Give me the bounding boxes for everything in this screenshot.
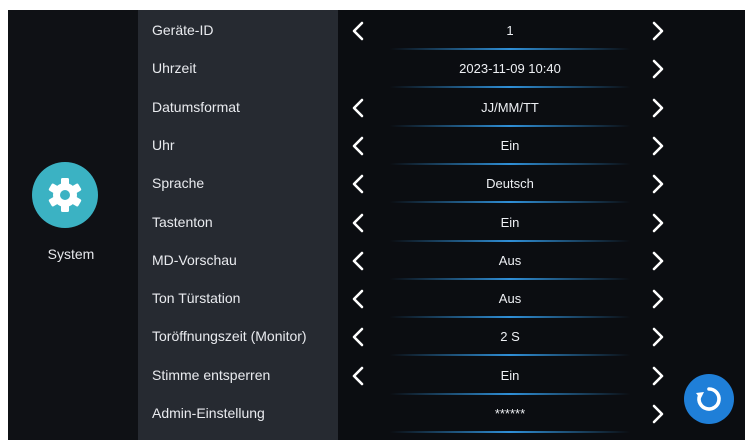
settings-screen: System Geräte-ID Uhrzeit Datumsformat Uhr Sp… bbox=[8, 10, 745, 440]
setting-row: ****** bbox=[338, 395, 693, 433]
setting-value[interactable]: Aus bbox=[378, 242, 642, 280]
setting-row: 2 S bbox=[338, 318, 693, 357]
setting-label: Toröffnungszeit (Monitor) bbox=[152, 328, 307, 345]
setting-value[interactable]: JJ/MM/TT bbox=[378, 89, 642, 127]
chevron-left-icon[interactable] bbox=[348, 242, 368, 280]
setting-label: Stimme entsperren bbox=[152, 366, 271, 383]
chevron-left-icon[interactable] bbox=[348, 127, 368, 165]
chevron-left-icon[interactable] bbox=[348, 12, 368, 50]
setting-row: 2023-11-09 10:40 bbox=[338, 50, 693, 89]
sidebar: System bbox=[8, 10, 138, 440]
settings-label-column: Geräte-ID Uhrzeit Datumsformat Uhr Sprache Ta… bbox=[138, 10, 338, 440]
chevron-right-icon[interactable] bbox=[648, 50, 668, 88]
setting-value[interactable]: Ein bbox=[378, 204, 642, 242]
chevron-right-icon[interactable] bbox=[648, 242, 668, 280]
setting-label: Geräte-ID bbox=[152, 22, 214, 38]
setting-value[interactable]: Ein bbox=[378, 357, 642, 395]
chevron-right-icon[interactable] bbox=[648, 165, 668, 203]
setting-row: Ein bbox=[338, 204, 693, 242]
setting-value[interactable]: Ein bbox=[378, 127, 642, 165]
setting-label: Admin-Einstellung bbox=[152, 405, 265, 421]
refresh-icon bbox=[696, 387, 721, 411]
setting-row: Aus bbox=[338, 242, 693, 280]
setting-value[interactable]: ****** bbox=[378, 395, 642, 433]
chevron-left-icon[interactable] bbox=[348, 318, 368, 356]
chevron-right-icon[interactable] bbox=[648, 395, 668, 433]
reset-button[interactable] bbox=[684, 374, 734, 424]
chevron-right-icon[interactable] bbox=[648, 204, 668, 242]
system-label: System bbox=[47, 246, 95, 262]
chevron-right-icon[interactable] bbox=[648, 12, 668, 50]
setting-label: Tastenton bbox=[152, 213, 213, 230]
chevron-left-icon[interactable] bbox=[348, 204, 368, 242]
chevron-right-icon[interactable] bbox=[648, 89, 668, 127]
setting-row: Ein bbox=[338, 127, 693, 165]
chevron-right-icon[interactable] bbox=[648, 280, 668, 318]
setting-label: Uhr bbox=[152, 136, 175, 153]
chevron-left-icon[interactable] bbox=[348, 357, 368, 395]
chevron-right-icon[interactable] bbox=[648, 318, 668, 356]
setting-value[interactable]: Aus bbox=[378, 280, 642, 318]
gear-icon[interactable] bbox=[32, 162, 98, 228]
setting-value[interactable]: Deutsch bbox=[378, 165, 642, 203]
row-separator bbox=[390, 431, 630, 433]
setting-value[interactable]: 2023-11-09 10:40 bbox=[378, 50, 642, 88]
chevron-left-icon[interactable] bbox=[348, 165, 368, 203]
chevron-left-icon[interactable] bbox=[348, 89, 368, 127]
chevron-left-icon[interactable] bbox=[348, 280, 368, 318]
setting-row: Aus bbox=[338, 280, 693, 319]
setting-label: MD-Vorschau bbox=[152, 251, 237, 268]
setting-value[interactable]: 1 bbox=[378, 12, 642, 50]
setting-row: Deutsch bbox=[338, 165, 693, 204]
setting-label: Ton Türstation bbox=[152, 290, 241, 307]
setting-row: JJ/MM/TT bbox=[338, 89, 693, 127]
settings-value-column: 1 2023-11-09 10:40 JJ/MM/TT Ein Deutsch Ein Au… bbox=[338, 10, 745, 440]
setting-label: Datumsformat bbox=[152, 98, 240, 115]
setting-row: Ein bbox=[338, 357, 693, 395]
setting-row: 1 bbox=[338, 12, 693, 50]
chevron-right-icon[interactable] bbox=[648, 357, 668, 395]
setting-label: Uhrzeit bbox=[152, 60, 197, 77]
setting-label: Sprache bbox=[152, 175, 205, 192]
setting-value[interactable]: 2 S bbox=[378, 318, 642, 356]
chevron-right-icon[interactable] bbox=[648, 127, 668, 165]
